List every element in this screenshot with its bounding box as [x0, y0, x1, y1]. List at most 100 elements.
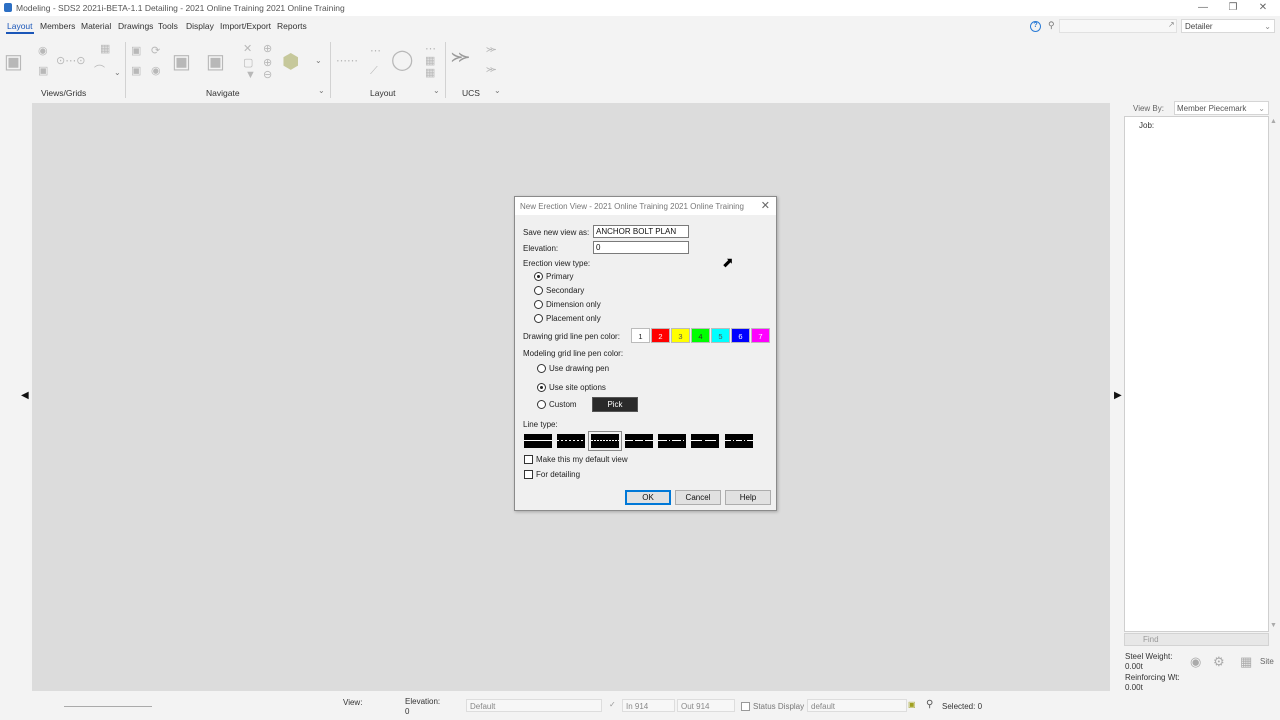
menu-tools[interactable]: Tools [158, 21, 178, 31]
selection-search-icon[interactable]: ⚲ [926, 699, 933, 710]
layout-tool-a-icon[interactable]: ⋯ [425, 44, 436, 55]
layout-tool-b-icon[interactable]: ▦ [425, 56, 435, 67]
line-type-dash[interactable] [625, 434, 653, 448]
status-display-select[interactable]: default [807, 699, 907, 712]
status-display-checkbox[interactable] [741, 702, 750, 711]
view-save-icon[interactable]: ▣ [131, 46, 141, 57]
ucs-axis-icon[interactable]: ⪼ [451, 46, 470, 66]
grid-table-icon[interactable]: ▦ [100, 44, 110, 55]
iso-view-icon[interactable]: ⬢ [282, 52, 299, 72]
clip-icon[interactable]: ✕ [243, 44, 252, 55]
for-detailing-checkbox[interactable] [524, 470, 533, 479]
pen-color-swatch[interactable]: 7 [751, 328, 770, 343]
line-type-dash-dot-dot[interactable] [725, 434, 753, 448]
radio-placement-only[interactable] [534, 314, 543, 323]
app-icon [4, 3, 12, 12]
chevron-down-icon[interactable]: ⌄ [315, 56, 322, 65]
view-by-select[interactable]: Member Piecemark ⌄ [1174, 101, 1269, 115]
menu-material[interactable]: Material [81, 21, 111, 31]
default-view-checkbox[interactable] [524, 455, 533, 464]
pin-icon[interactable]: ▼ [245, 70, 256, 81]
scroll-up-icon[interactable]: ▲ [1270, 118, 1277, 125]
ucs-expand-icon[interactable]: ⌄ [494, 86, 501, 95]
line-type-long-dash[interactable] [691, 434, 719, 448]
role-select[interactable]: Detailer ⌄ [1181, 19, 1275, 33]
weight-settings-icon[interactable]: ⚙ [1213, 654, 1225, 670]
line-type-dash-dot[interactable] [658, 434, 686, 448]
radio-use-drawing-pen[interactable] [537, 364, 546, 373]
crop-icon[interactable]: ▢ [243, 58, 253, 69]
view-load-icon[interactable]: ▣ [131, 66, 141, 77]
menu-layout[interactable]: Layout [7, 21, 33, 31]
left-panel-toggle-icon[interactable]: ◀ [21, 390, 29, 401]
menu-display[interactable]: Display [186, 21, 214, 31]
radio-secondary[interactable] [534, 286, 543, 295]
zoom-in-icon[interactable]: ⊕ [263, 44, 272, 55]
menu-reports[interactable]: Reports [277, 21, 307, 31]
help-icon[interactable]: ? [1030, 21, 1041, 32]
pen-color-swatch[interactable]: 2 [651, 328, 670, 343]
elevation-input[interactable] [593, 241, 689, 254]
scroll-down-icon[interactable]: ▼ [1270, 622, 1277, 629]
zoom-fit-icon[interactable]: ⊕ [263, 58, 272, 69]
pen-color-swatch[interactable]: 6 [731, 328, 750, 343]
save-view-input[interactable] [593, 225, 689, 238]
pen-color-swatch[interactable]: 3 [671, 328, 690, 343]
chevron-down-icon[interactable]: ⌄ [114, 68, 121, 77]
ucs-small-a-icon[interactable]: ⪼ [486, 44, 496, 55]
radio-custom[interactable] [537, 400, 546, 409]
ok-button[interactable]: OK [625, 490, 671, 505]
capture-icon[interactable]: ▣ [172, 52, 191, 72]
clear-search-icon[interactable]: ↗ [1168, 20, 1175, 29]
line-type-solid[interactable] [524, 434, 552, 448]
restore-button[interactable]: ❐ [1218, 0, 1248, 16]
zoom-out-icon[interactable]: ⊖ [263, 70, 272, 81]
view-rotate-icon[interactable]: ⟳ [151, 46, 160, 57]
close-icon[interactable]: ✕ [761, 199, 770, 212]
model-pen-label: Modeling grid line pen color: [523, 349, 624, 358]
grid-view-icon[interactable]: ◉ [38, 46, 48, 57]
minimize-button[interactable]: — [1188, 0, 1218, 16]
zoom-percent-icon[interactable]: ▣ [206, 52, 225, 72]
find-button[interactable]: Find [1124, 633, 1269, 646]
layer-select[interactable]: Default [466, 699, 602, 712]
pick-button[interactable]: Pick [592, 397, 638, 412]
out-field[interactable]: Out 914 [677, 699, 735, 712]
radio-dimension-only[interactable] [534, 300, 543, 309]
in-field[interactable]: In 914 [622, 699, 675, 712]
grid-line-icon[interactable]: ⊙⋯⊙ [56, 56, 85, 67]
pen-color-swatch[interactable]: 5 [711, 328, 730, 343]
layout-angle-icon[interactable]: ⟋ [370, 66, 378, 77]
model-tree[interactable]: Job: [1124, 116, 1269, 632]
menu-import-export[interactable]: Import/Export [220, 21, 271, 31]
close-window-button[interactable]: ✕ [1248, 0, 1278, 16]
layout-expand-icon[interactable]: ⌄ [433, 86, 440, 95]
help-button[interactable]: Help [725, 490, 771, 505]
layout-tool-c-icon[interactable]: ▦ [425, 68, 435, 79]
camera-icon[interactable]: ▣ [4, 52, 23, 72]
tree-job-node[interactable]: Job: [1139, 121, 1154, 130]
menu-members[interactable]: Members [40, 21, 75, 31]
search-input[interactable] [1059, 19, 1177, 33]
layout-line-icon[interactable]: ⋯ [370, 46, 381, 57]
status-display-options-icon[interactable]: ▣ [908, 700, 916, 709]
layout-circle-icon[interactable]: ◯ [391, 50, 413, 70]
grid-lock-icon[interactable]: ▣ [38, 66, 48, 77]
weight-filter-icon[interactable]: ◉ [1190, 654, 1201, 670]
navigate-expand-icon[interactable]: ⌄ [318, 86, 325, 95]
right-panel-toggle-icon[interactable]: ▶ [1114, 390, 1122, 401]
view-pan-icon[interactable]: ◉ [151, 66, 161, 77]
line-dashed-icon[interactable]: ⋯⋯ [336, 56, 358, 67]
radio-use-site-options[interactable] [537, 383, 546, 392]
line-type-fine-dash[interactable] [588, 431, 622, 451]
ucs-small-b-icon[interactable]: ⪼ [486, 64, 496, 75]
line-type-dotted[interactable] [557, 434, 585, 448]
pen-color-swatch[interactable]: 4 [691, 328, 710, 343]
pen-color-swatch[interactable]: 1 [631, 328, 650, 343]
menu-drawings[interactable]: Drawings [118, 21, 153, 31]
in-out-check-icon[interactable]: ✓ [609, 700, 616, 709]
site-icon[interactable]: ▦ [1240, 654, 1252, 670]
grid-arc-icon[interactable]: ⌒ [94, 66, 105, 77]
radio-primary[interactable] [534, 272, 543, 281]
cancel-button[interactable]: Cancel [675, 490, 721, 505]
